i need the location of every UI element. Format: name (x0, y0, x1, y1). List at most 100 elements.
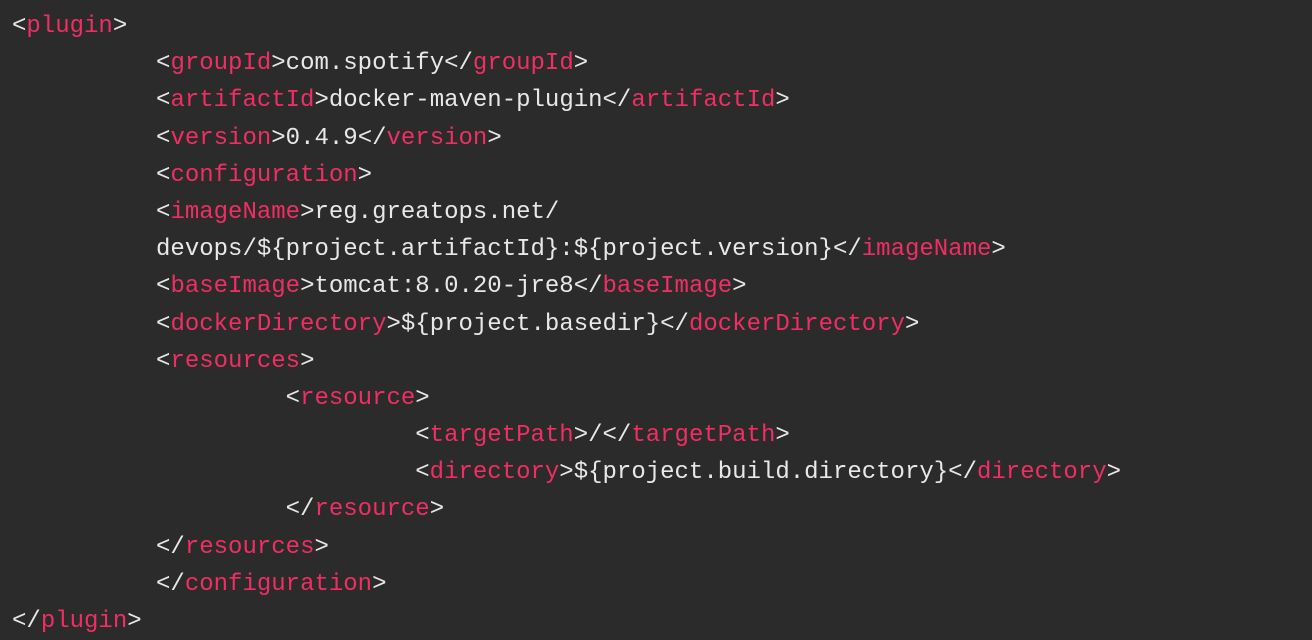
indent (12, 571, 156, 598)
xml-tag: targetPath (631, 422, 775, 449)
code-line: <resources> (12, 343, 1300, 380)
indent (12, 496, 286, 523)
xml-tag: plugin (41, 608, 127, 635)
xml-bracket: < (415, 422, 429, 449)
xml-bracket: </ (12, 608, 41, 635)
code-line: </configuration> (12, 566, 1300, 603)
xml-bracket: </ (660, 311, 689, 338)
code-line: devops/${project.artifactId}:${project.v… (12, 231, 1300, 268)
xml-bracket: < (156, 125, 170, 152)
xml-text: devops/${project.artifactId}:${project.v… (156, 236, 833, 263)
xml-tag: directory (977, 459, 1107, 486)
xml-text: ${project.build.directory} (574, 459, 948, 486)
indent (12, 50, 156, 77)
xml-bracket: < (156, 87, 170, 114)
xml-tag: groupId (473, 50, 574, 77)
xml-bracket: </ (358, 125, 387, 152)
xml-bracket: > (430, 496, 444, 523)
xml-tag: groupId (170, 50, 271, 77)
xml-bracket: < (286, 385, 300, 412)
xml-bracket: > (487, 125, 501, 152)
xml-tag: imageName (170, 199, 300, 226)
code-line: </plugin> (12, 603, 1300, 640)
xml-tag: dockerDirectory (170, 311, 386, 338)
xml-text: docker-maven-plugin (329, 87, 603, 114)
xml-bracket: </ (444, 50, 473, 77)
xml-bracket: < (156, 162, 170, 189)
indent (12, 125, 156, 152)
xml-text: ${project.basedir} (401, 311, 660, 338)
xml-bracket: > (372, 571, 386, 598)
indent (12, 311, 156, 338)
xml-bracket: < (156, 199, 170, 226)
code-line: <version>0.4.9</version> (12, 120, 1300, 157)
xml-bracket: > (314, 87, 328, 114)
xml-bracket: </ (948, 459, 977, 486)
xml-bracket: > (415, 385, 429, 412)
indent (12, 273, 156, 300)
xml-bracket: > (559, 459, 573, 486)
xml-tag: artifactId (170, 87, 314, 114)
xml-bracket: > (271, 50, 285, 77)
xml-tag: imageName (862, 236, 992, 263)
code-line: <resource> (12, 380, 1300, 417)
code-line: <plugin> (12, 8, 1300, 45)
xml-bracket: </ (603, 422, 632, 449)
xml-bracket: > (775, 87, 789, 114)
xml-bracket: </ (156, 571, 185, 598)
xml-tag: version (387, 125, 488, 152)
xml-tag: plugin (26, 13, 112, 40)
xml-text: / (588, 422, 602, 449)
xml-bracket: > (732, 273, 746, 300)
xml-tag: resource (314, 496, 429, 523)
xml-tag: resources (170, 348, 300, 375)
xml-bracket: </ (574, 273, 603, 300)
xml-bracket: > (905, 311, 919, 338)
xml-bracket: < (12, 13, 26, 40)
indent (12, 348, 156, 375)
xml-tag: artifactId (631, 87, 775, 114)
code-line: </resources> (12, 529, 1300, 566)
xml-bracket: > (574, 422, 588, 449)
xml-text: com.spotify (286, 50, 444, 77)
code-line: <configuration> (12, 157, 1300, 194)
xml-bracket: > (1107, 459, 1121, 486)
xml-tag: dockerDirectory (689, 311, 905, 338)
xml-bracket: </ (286, 496, 315, 523)
xml-bracket: < (415, 459, 429, 486)
code-line: <artifactId>docker-maven-plugin</artifac… (12, 82, 1300, 119)
xml-bracket: > (300, 273, 314, 300)
xml-tag: configuration (185, 571, 372, 598)
code-line: <dockerDirectory>${project.basedir}</doc… (12, 306, 1300, 343)
xml-bracket: < (156, 311, 170, 338)
indent (12, 385, 286, 412)
xml-bracket: </ (603, 87, 632, 114)
xml-bracket: > (991, 236, 1005, 263)
xml-bracket: > (271, 125, 285, 152)
xml-bracket: < (156, 273, 170, 300)
xml-bracket: > (386, 311, 400, 338)
xml-tag: configuration (170, 162, 357, 189)
xml-tag: version (170, 125, 271, 152)
xml-tag: resource (300, 385, 415, 412)
xml-tag: resources (185, 534, 315, 561)
xml-text: reg.greatops.net/ (314, 199, 559, 226)
indent (12, 236, 156, 263)
xml-text: tomcat:8.0.20-jre8 (314, 273, 573, 300)
xml-bracket: > (358, 162, 372, 189)
xml-tag: directory (430, 459, 560, 486)
xml-bracket: > (127, 608, 141, 635)
xml-bracket: > (775, 422, 789, 449)
code-line: <baseImage>tomcat:8.0.20-jre8</baseImage… (12, 268, 1300, 305)
indent (12, 422, 415, 449)
indent (12, 534, 156, 561)
indent (12, 162, 156, 189)
xml-bracket: > (300, 348, 314, 375)
xml-tag: baseImage (603, 273, 733, 300)
xml-bracket: > (314, 534, 328, 561)
xml-bracket: </ (833, 236, 862, 263)
xml-bracket: < (156, 348, 170, 375)
code-line: </resource> (12, 491, 1300, 528)
xml-text: 0.4.9 (286, 125, 358, 152)
xml-tag: baseImage (170, 273, 300, 300)
